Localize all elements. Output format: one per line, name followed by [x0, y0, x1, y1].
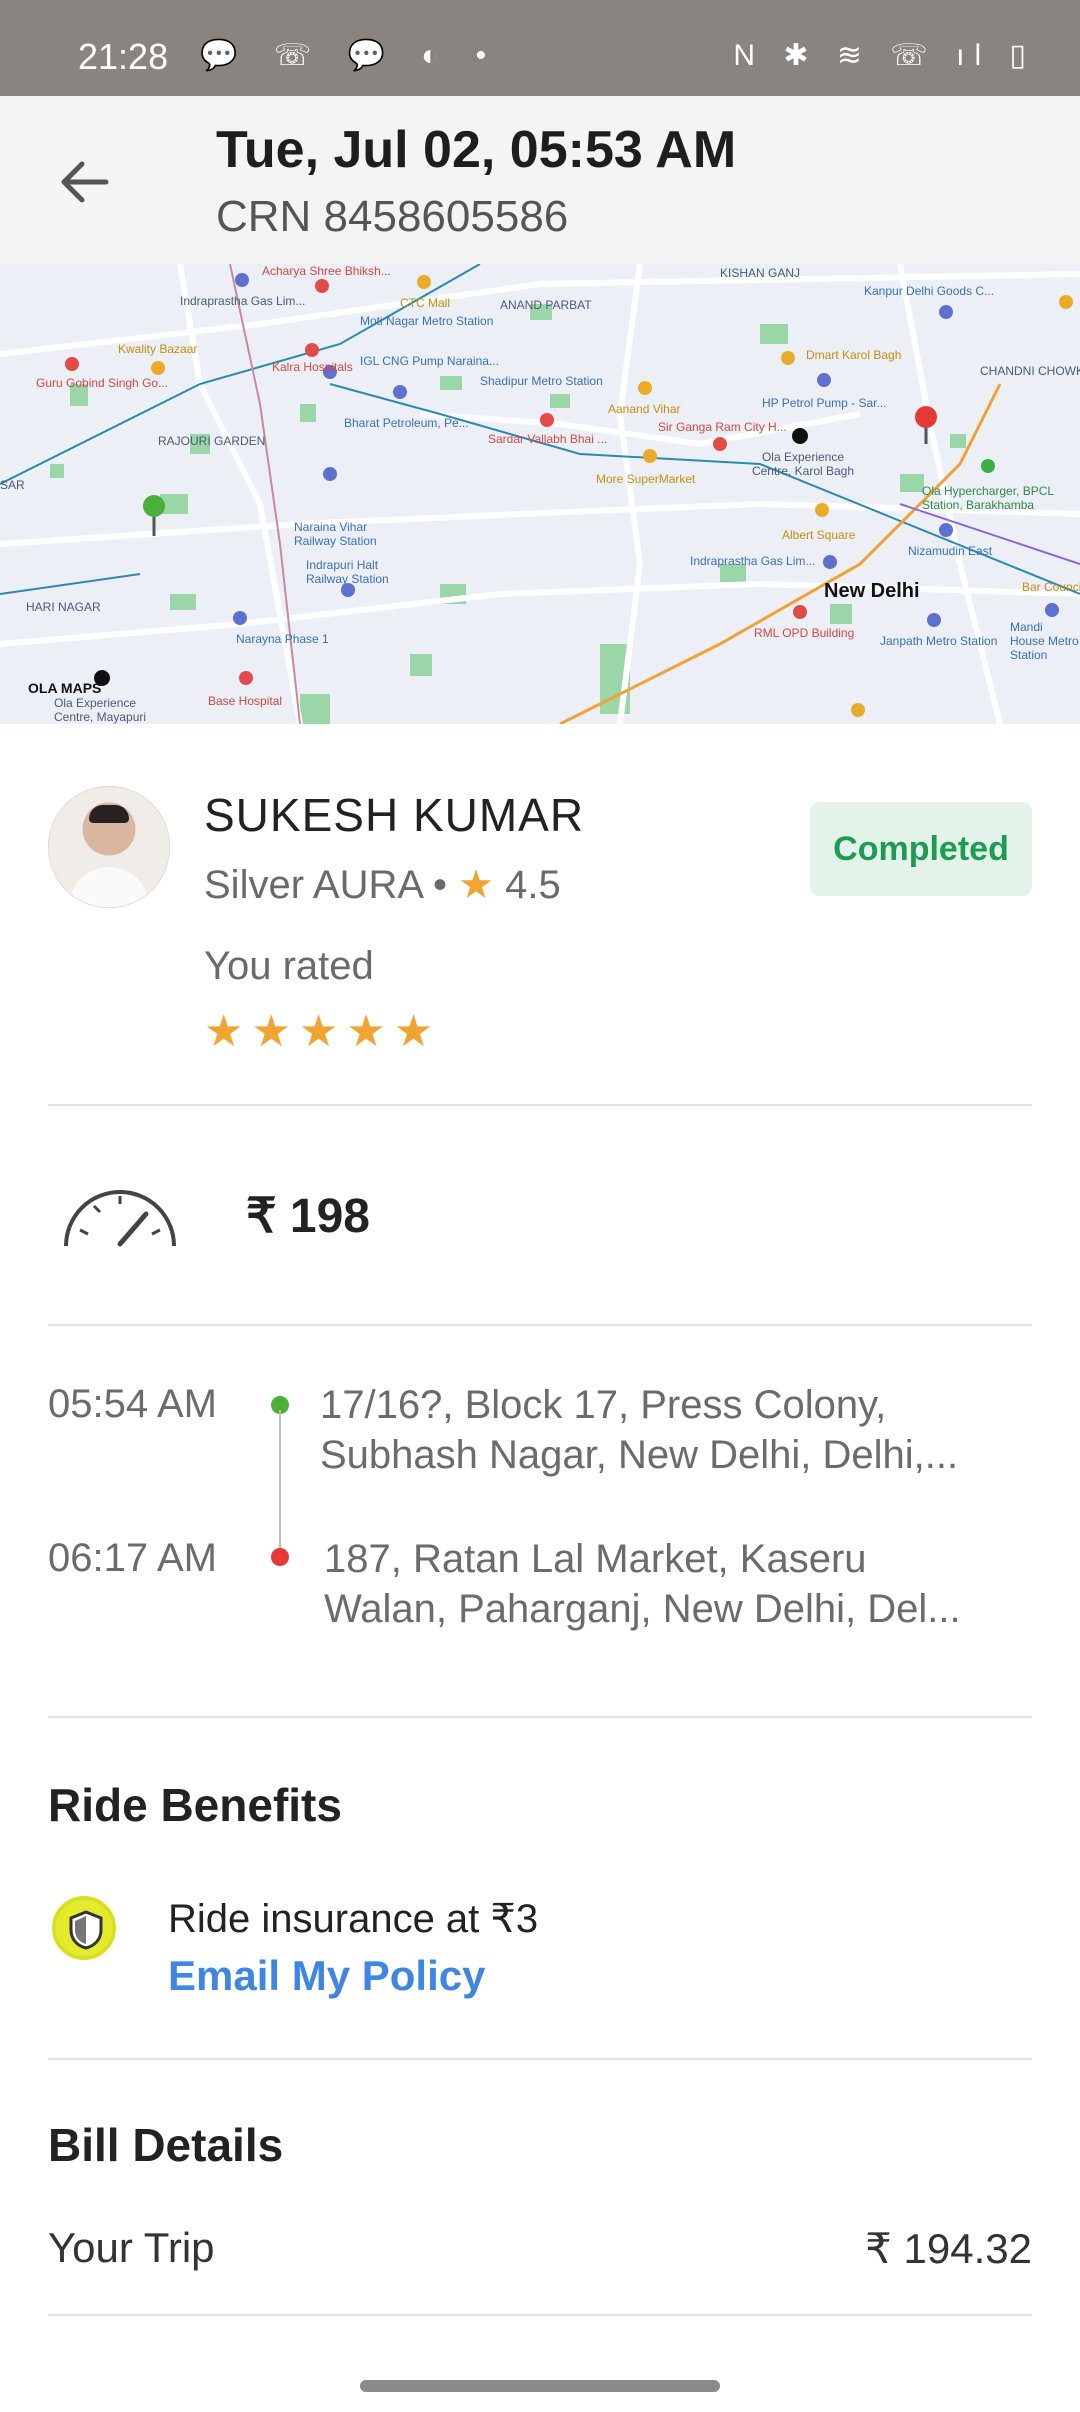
map-label: SAR [0, 478, 25, 492]
map-label: Indrapuri Halt Railway Station [306, 558, 389, 586]
map-label: Kwality Bazaar [118, 342, 198, 356]
map-label: RAJOURI GARDEN [158, 434, 266, 448]
drop-address: 187, Ratan Lal Market, Kaseru Walan, Pah… [324, 1537, 961, 1631]
status-bar: 21:28 💬 ☏ 💬 ◐ • N ✱ ≋ ☏ ıl ▯ [0, 0, 1080, 96]
map-label: Naraina Vihar Railway Station [294, 520, 377, 548]
star-icon: ★ [458, 863, 494, 907]
map-label: Narayna Phase 1 [236, 632, 329, 646]
map-label: HP Petrol Pump - Sar... [762, 396, 887, 410]
map-label: Janpath Metro Station [880, 634, 998, 648]
map-label: Indraprastha Gas Lim... [690, 554, 816, 568]
ride-date-title: Tue, Jul 02, 05:53 AM [216, 121, 737, 179]
map-label: CTC Mall [400, 296, 450, 310]
your-trip-value: ₹ 194.32 [865, 2225, 1032, 2272]
insurance-text: Ride insurance at ₹3 [168, 1897, 539, 1941]
ride-benefits-title: Ride Benefits [48, 1779, 342, 1831]
map-label: ANAND PARBAT [500, 298, 592, 312]
map-label: RML OPD Building [754, 626, 855, 640]
map-label: Nizamudin East [908, 544, 993, 558]
map-label: Sir Ganga Ram City H... [658, 420, 787, 434]
map-canvas [0, 264, 1080, 724]
driver-avatar [48, 786, 170, 908]
ola-maps-logo: OLA MAPS [28, 680, 102, 696]
divider [48, 1324, 1032, 1326]
map-label: Bharat Petroleum, Pe... [344, 416, 469, 430]
map-label: IGL CNG Pump Naraina... [360, 354, 499, 368]
route-connector [279, 1410, 281, 1556]
map-label: Ola Hypercharger, BPCL Station, Barakham… [922, 484, 1054, 512]
back-button[interactable] [52, 150, 116, 214]
your-trip-label: Your Trip [48, 2224, 215, 2271]
map-label: New Delhi [824, 580, 920, 602]
vehicle-name: Silver AURA • [204, 863, 459, 907]
map-label: HARI NAGAR [26, 600, 101, 614]
map-label: Dmart Karol Bagh [806, 348, 902, 362]
pickup-address: 17/16?, Block 17, Press Colony, Subhash … [320, 1383, 959, 1477]
route-map[interactable]: Acharya Shree Bhiksh... CTC Mall ANAND P… [0, 264, 1080, 724]
driver-rating: 4.5 [505, 863, 561, 907]
notification-icons: 💬 ☏ 💬 ◐ • [200, 39, 501, 72]
map-label: Mandi House Metro Station [1010, 620, 1079, 662]
pickup-time: 05:54 AM [48, 1382, 218, 1426]
divider [48, 2314, 1032, 2316]
system-status-icons: N ✱ ≋ ☏ ıl ▯ [733, 39, 1036, 72]
map-label: Bar Council [1022, 580, 1080, 594]
vehicle-rating-line: Silver AURA • ★ 4.5 [204, 862, 561, 908]
drop-dot-icon [271, 1548, 289, 1566]
map-label: Aanand Vihar [608, 402, 681, 416]
bill-details-title: Bill Details [48, 2119, 284, 2171]
driver-name: SUKESH KUMAR [204, 789, 585, 841]
map-label: Sardar Vallabh Bhai ... [488, 432, 608, 446]
map-label: Moti Nagar Metro Station [360, 314, 494, 328]
email-policy-link[interactable]: Email My Policy [168, 1952, 485, 2000]
home-indicator[interactable] [360, 2380, 720, 2392]
map-label: Kanpur Delhi Goods C... [864, 284, 995, 298]
speedometer-icon [64, 1190, 176, 1247]
map-label: Kalra Hospitals [272, 360, 353, 374]
map-label: Ola Experience Centre, Mayapuri [54, 696, 147, 724]
insurance-badge [52, 1896, 116, 1960]
map-label: Indraprastha Gas Lim... [180, 294, 306, 308]
divider [48, 1104, 1032, 1106]
map-label: Base Hospital [208, 694, 283, 708]
map-label: Guru Gobind Singh Go... [36, 376, 169, 390]
user-rating-stars: ★★★★★ [204, 1007, 442, 1056]
divider [48, 2058, 1032, 2060]
crn-number: CRN 8458605586 [216, 192, 569, 241]
you-rated-label: You rated [204, 944, 374, 988]
map-label: CHANDNI CHOWK AREA [980, 364, 1080, 378]
map-label: Ola Experience Centre, Karol Bagh [751, 450, 855, 478]
map-label: Acharya Shree Bhiksh... [262, 264, 391, 278]
status-time: 21:28 [78, 36, 169, 77]
shield-icon [69, 1910, 103, 1950]
status-badge: Completed [810, 802, 1032, 896]
map-label: KISHAN GANJ [720, 266, 801, 280]
fare-amount: ₹ 198 [246, 1190, 370, 1243]
divider [48, 1716, 1032, 1718]
map-label: Shadipur Metro Station [480, 374, 603, 388]
ride-header: Tue, Jul 02, 05:53 AM CRN 8458605586 [0, 96, 1080, 264]
map-label: More SuperMarket [596, 472, 696, 486]
arrow-left-icon [61, 161, 109, 203]
drop-time: 06:17 AM [48, 1536, 218, 1580]
map-label: Albert Square [782, 528, 856, 542]
